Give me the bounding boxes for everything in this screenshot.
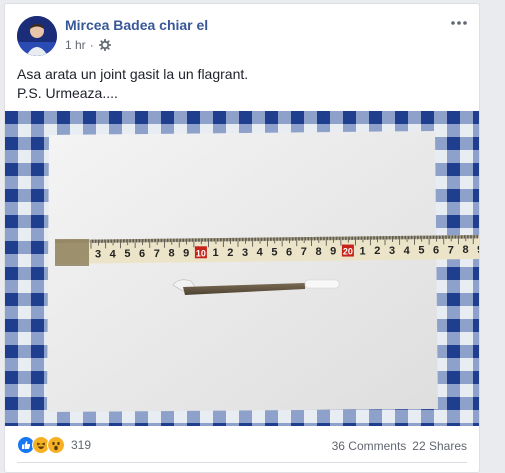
ruler-digit: 8 [315,246,321,258]
post-text: Asa arata un joint gasit la un flagrant.… [17,65,467,103]
reaction-icons [17,436,65,454]
comments-count-link[interactable]: 36 Comments [332,439,407,453]
author-avatar[interactable] [17,16,57,56]
ruler-digit: 1 [213,247,219,259]
ruler-digit: 20 [343,247,353,257]
post-timestamp[interactable]: 1 hr [65,38,86,52]
post-meta: 1 hr · [65,38,111,52]
ruler-digit: 3 [242,247,248,259]
ruler-digit: 4 [257,247,264,259]
engagement-counts: 36 Comments 22 Shares [332,439,467,453]
wow-icon [47,436,65,454]
ruler-digit: 5 [271,246,277,258]
ruler-digit: 6 [286,246,292,258]
facebook-post-card: Mircea Badea chiar el 1 hr · Asa arata u… [4,3,480,473]
ruler-digit: 6 [139,248,145,260]
ruler-digit: 9 [330,246,336,258]
ruler-digit: 2 [227,247,233,259]
ruler-digit: 9 [477,244,479,256]
ruler-digit: 4 [110,248,117,260]
ruler-digit: 4 [404,245,411,257]
footer-divider [17,462,467,463]
meta-separator: · [89,38,94,52]
post-text-line: P.S. Urmeaza.... [17,85,118,101]
ruler-digit: 3 [389,245,395,257]
ruler-digit: 2 [374,245,380,257]
ruler-digit: 3 [95,249,101,261]
ruler-digit: 10 [196,248,206,258]
ruler-digit: 7 [301,246,307,258]
settings-gear-icon[interactable] [98,38,111,52]
ruler-digit: 1 [360,245,366,257]
page: Mircea Badea chiar el 1 hr · Asa arata u… [0,0,505,473]
post-photo[interactable]: 34567891012345678920123456789 [5,111,479,426]
reaction-count: 319 [71,438,92,452]
more-options-icon[interactable] [447,14,471,32]
reactions-summary[interactable]: 319 [17,436,91,454]
ruler-digit: 5 [124,248,130,260]
post-author-name[interactable]: Mircea Badea chiar el [65,17,208,33]
ruler-digit: 8 [168,248,174,260]
ruler-digit: 7 [154,248,160,260]
ruler-digit: 8 [462,244,468,256]
post-text-line: Asa arata un joint gasit la un flagrant. [17,66,249,82]
ruler-digit: 9 [183,247,189,259]
ruler-digit: 5 [418,245,424,257]
ruler-digit: 7 [448,244,454,256]
shares-count-link[interactable]: 22 Shares [412,439,467,453]
ruler-digit: 6 [433,245,439,257]
